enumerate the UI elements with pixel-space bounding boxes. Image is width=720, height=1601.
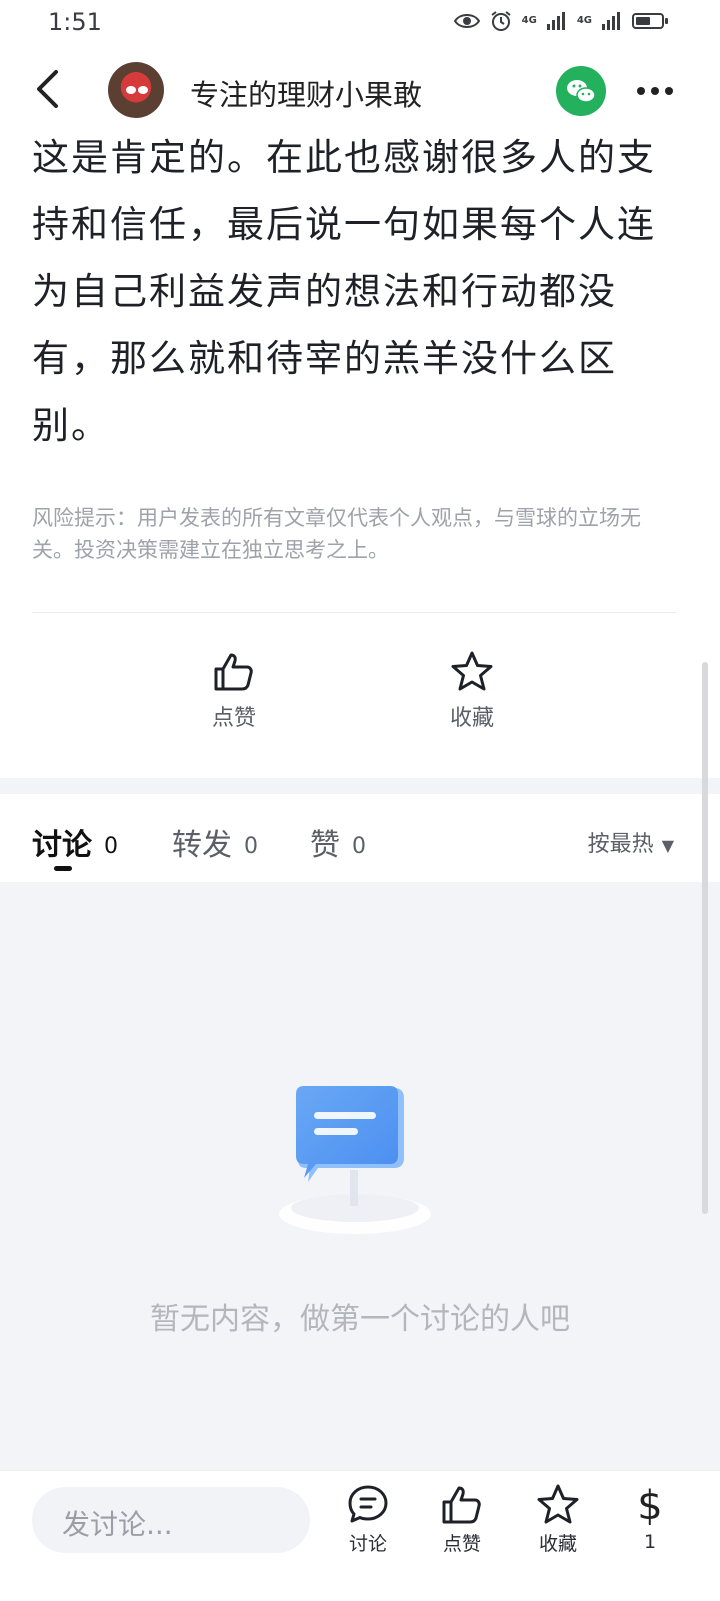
tab-discuss[interactable]: 讨论 0 bbox=[32, 820, 118, 864]
tab-label: 讨论 bbox=[32, 828, 92, 863]
signal-label-2: 4G bbox=[576, 15, 592, 26]
status-icons: 4G 4G bbox=[453, 10, 668, 32]
signal-icon bbox=[602, 12, 620, 30]
sort-label: 按最热 bbox=[587, 832, 654, 857]
dollar-icon: $ bbox=[637, 1483, 663, 1529]
thumbs-up-icon bbox=[214, 653, 253, 691]
alarm-icon bbox=[491, 11, 511, 31]
author-avatar[interactable] bbox=[108, 62, 164, 118]
active-tab-indicator bbox=[54, 866, 72, 871]
article-body: 这是肯定的。在此也感谢很多人的支 持和信任，最后说一句如果每个人连 为自己利益发… bbox=[32, 124, 692, 459]
wechat-share-button[interactable] bbox=[556, 66, 606, 116]
author-name[interactable]: 专注的理财小果敢 bbox=[190, 72, 422, 114]
reward-button[interactable]: $ 1 bbox=[612, 1483, 688, 1553]
tab-count: 0 bbox=[104, 834, 118, 859]
chat-bubble-icon bbox=[348, 1485, 388, 1523]
like-label: 点赞 bbox=[211, 706, 256, 731]
article-line: 为自己利益发声的想法和行动都没 bbox=[32, 270, 617, 313]
tab-label: 转发 bbox=[172, 828, 232, 863]
star-icon bbox=[451, 651, 493, 691]
eye-icon bbox=[453, 14, 480, 28]
tab-label: 赞 bbox=[310, 828, 340, 863]
status-time: 1:51 bbox=[48, 8, 102, 36]
favorite-label: 收藏 bbox=[538, 1533, 577, 1555]
back-arrow-icon bbox=[37, 70, 58, 108]
discuss-button[interactable]: 讨论 bbox=[330, 1483, 406, 1556]
star-icon bbox=[537, 1484, 579, 1524]
back-button[interactable] bbox=[24, 64, 74, 114]
discuss-label: 讨论 bbox=[348, 1533, 387, 1555]
reward-count: 1 bbox=[643, 1531, 657, 1553]
tab-count: 0 bbox=[352, 834, 366, 859]
like-action[interactable]: 点赞 bbox=[174, 650, 294, 732]
divider bbox=[32, 612, 676, 613]
tab-repost[interactable]: 转发 0 bbox=[172, 820, 258, 864]
sort-dropdown[interactable]: 按最热 ▼ bbox=[588, 826, 674, 858]
triangle-down-icon: ▼ bbox=[661, 835, 674, 855]
more-dots-icon bbox=[637, 87, 673, 95]
risk-disclaimer: 风险提示：用户发表的所有文章仅代表个人观点，与雪球的立场无关。投资决策需建立在独… bbox=[32, 506, 641, 562]
thumbs-up-icon bbox=[442, 1486, 481, 1524]
comment-input[interactable]: 发讨论... bbox=[32, 1487, 310, 1553]
empty-state-text: 暂无内容，做第一个讨论的人吧 bbox=[150, 1302, 570, 1337]
more-options-button[interactable] bbox=[632, 72, 678, 110]
article-line: 这是肯定的。在此也感谢很多人的支 bbox=[32, 136, 656, 179]
article-line: 有，那么就和待宰的羔羊没什么区 bbox=[32, 337, 617, 380]
status-bar: 1:51 4G 4G bbox=[0, 0, 720, 46]
scrollbar[interactable] bbox=[702, 662, 708, 1214]
favorite-label: 收藏 bbox=[449, 706, 494, 731]
header: 专注的理财小果敢 bbox=[0, 56, 720, 126]
bottom-action-bar: 发讨论... 讨论 点赞 收藏 $ 1 bbox=[0, 1470, 720, 1601]
like-button[interactable]: 点赞 bbox=[424, 1483, 500, 1556]
signal-icon bbox=[546, 12, 565, 30]
favorite-button[interactable]: 收藏 bbox=[520, 1483, 596, 1556]
signal-label-1: 4G bbox=[521, 15, 537, 26]
article-line: 别。 bbox=[32, 404, 110, 447]
comment-input-placeholder: 发讨论... bbox=[62, 1508, 173, 1541]
battery-icon bbox=[632, 13, 668, 29]
tab-count: 0 bbox=[244, 834, 258, 859]
tab-likes[interactable]: 赞0 bbox=[310, 820, 366, 864]
empty-chat-illustration bbox=[270, 1082, 440, 1242]
favorite-action[interactable]: 收藏 bbox=[412, 650, 532, 732]
wechat-icon bbox=[567, 80, 596, 103]
section-separator bbox=[0, 778, 720, 794]
like-label: 点赞 bbox=[442, 1533, 481, 1555]
article-line: 持和信任，最后说一句如果每个人连 bbox=[32, 203, 656, 246]
